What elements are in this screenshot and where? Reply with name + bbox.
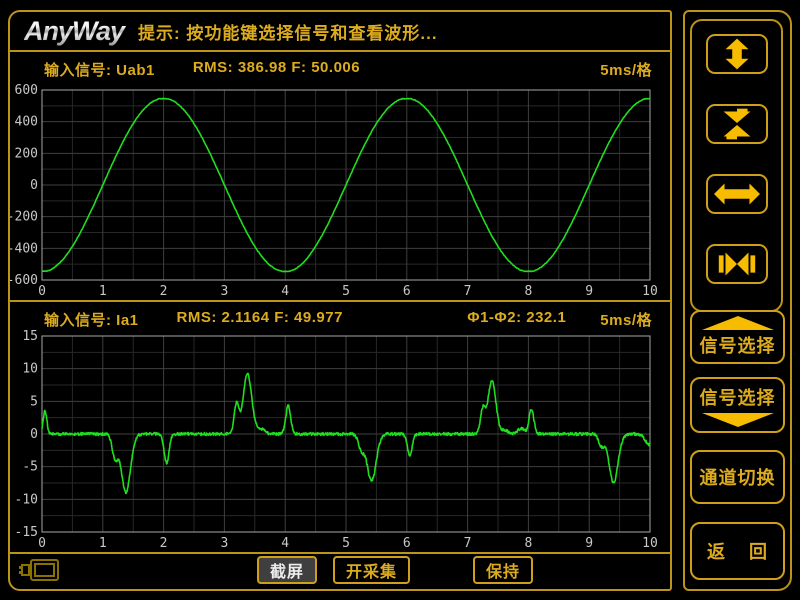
svg-text:0: 0 xyxy=(38,536,46,551)
current-panel-header: 输入信号: Ia1 RMS: 2.1164 F: 49.977 Φ1-Φ2: 2… xyxy=(44,309,652,330)
svg-text:6: 6 xyxy=(403,536,411,551)
svg-text:2: 2 xyxy=(160,536,168,551)
return-label-right: 回 xyxy=(749,538,768,564)
vertical-compress-icon xyxy=(714,108,760,140)
channel-switch-button[interactable]: 通道切换 xyxy=(690,450,785,504)
svg-text:4: 4 xyxy=(281,536,289,551)
signal-select-down-button[interactable]: 信号选择 xyxy=(690,377,785,433)
screenshot-button[interactable]: 截屏 xyxy=(257,556,317,584)
svg-text:0: 0 xyxy=(30,178,38,193)
horizontal-compress-icon xyxy=(714,248,760,280)
horizontal-expand-button[interactable] xyxy=(706,174,768,214)
voltage-signal-label: 输入信号: Uab1 xyxy=(44,59,155,80)
svg-text:0: 0 xyxy=(30,427,38,442)
svg-text:1: 1 xyxy=(99,284,107,299)
svg-text:8: 8 xyxy=(524,536,532,551)
hold-button[interactable]: 保持 xyxy=(473,556,533,584)
phase-difference: Φ1-Φ2: 232.1 xyxy=(467,309,566,330)
waveform-zoom-group xyxy=(690,19,783,312)
triangle-up-icon xyxy=(702,316,774,330)
return-label-left: 返 xyxy=(707,538,726,564)
svg-text:600: 600 xyxy=(15,83,38,98)
svg-text:400: 400 xyxy=(15,115,38,130)
svg-text:200: 200 xyxy=(15,146,38,161)
svg-text:5: 5 xyxy=(342,536,350,551)
svg-text:-5: -5 xyxy=(22,460,38,475)
horizontal-expand-icon xyxy=(714,178,760,210)
channel-switch-label: 通道切换 xyxy=(700,464,776,490)
svg-text:2: 2 xyxy=(160,284,168,299)
voltage-panel: 输入信号: Uab1 RMS: 386.98 F: 50.006 5ms/格 -… xyxy=(10,52,670,302)
svg-text:10: 10 xyxy=(22,362,38,377)
svg-text:9: 9 xyxy=(585,536,593,551)
svg-text:10: 10 xyxy=(642,284,658,299)
title-bar: AnyWay 提示: 按功能键选择信号和查看波形... xyxy=(10,12,670,52)
current-signal-label: 输入信号: Ia1 xyxy=(44,309,139,330)
voltage-panel-header: 输入信号: Uab1 RMS: 386.98 F: 50.006 5ms/格 xyxy=(44,59,652,80)
hint-message: 提示: 按功能键选择信号和查看波形... xyxy=(138,19,438,44)
voltage-timebase: 5ms/格 xyxy=(600,59,652,80)
start-capture-button[interactable]: 开采集 xyxy=(333,556,410,584)
svg-text:8: 8 xyxy=(524,284,532,299)
sidebar: 信号选择 信号选择 通道切换 返 回 xyxy=(683,10,792,591)
svg-text:3: 3 xyxy=(220,536,228,551)
signal-select-down-label: 信号选择 xyxy=(700,384,776,410)
signal-select-up-button[interactable]: 信号选择 xyxy=(690,310,785,364)
svg-text:7: 7 xyxy=(464,536,472,551)
vertical-expand-icon xyxy=(714,38,760,70)
voltage-measurements: RMS: 386.98 F: 50.006 xyxy=(193,59,360,80)
svg-text:-400: -400 xyxy=(10,241,38,256)
svg-text:3: 3 xyxy=(220,284,228,299)
svg-text:7: 7 xyxy=(464,284,472,299)
return-button[interactable]: 返 回 xyxy=(690,522,785,580)
current-measurements: RMS: 2.1164 F: 49.977 xyxy=(177,309,343,330)
vertical-compress-button[interactable] xyxy=(706,104,768,144)
svg-text:9: 9 xyxy=(585,284,593,299)
svg-text:-15: -15 xyxy=(15,525,38,540)
svg-text:-10: -10 xyxy=(15,492,38,507)
current-timebase: 5ms/格 xyxy=(600,309,652,330)
anyway-logo: AnyWay xyxy=(24,16,130,47)
current-waveform-chart: -15 -10 -5 0 5 10 15 0 1 2 3 4 5 6 7 8 9 10 xyxy=(10,328,670,552)
svg-text:4: 4 xyxy=(281,284,289,299)
svg-text:-200: -200 xyxy=(10,210,38,225)
svg-text:10: 10 xyxy=(642,536,658,551)
triangle-down-icon xyxy=(702,413,774,427)
current-panel: 输入信号: Ia1 RMS: 2.1164 F: 49.977 Φ1-Φ2: 2… xyxy=(10,302,670,554)
voltage-waveform-chart: -600 -400 -200 0 200 400 600 0 1 2 3 4 5 6 7 8 9 10 xyxy=(10,78,670,300)
vertical-expand-button[interactable] xyxy=(706,34,768,74)
svg-text:15: 15 xyxy=(22,329,38,344)
svg-text:5: 5 xyxy=(30,394,38,409)
svg-text:-600: -600 xyxy=(10,273,38,288)
svg-text:6: 6 xyxy=(403,284,411,299)
battery-icon xyxy=(18,557,62,584)
svg-text:5: 5 xyxy=(342,284,350,299)
analyzer-screen: AnyWay 提示: 按功能键选择信号和查看波形... 输入信号: Uab1 R… xyxy=(0,0,800,600)
signal-select-up-label: 信号选择 xyxy=(700,332,776,358)
bottom-bar: 截屏 开采集 保持 xyxy=(10,554,670,587)
svg-text:1: 1 xyxy=(99,536,107,551)
horizontal-compress-button[interactable] xyxy=(706,244,768,284)
main-frame: AnyWay 提示: 按功能键选择信号和查看波形... 输入信号: Uab1 R… xyxy=(8,10,672,591)
svg-text:0: 0 xyxy=(38,284,46,299)
